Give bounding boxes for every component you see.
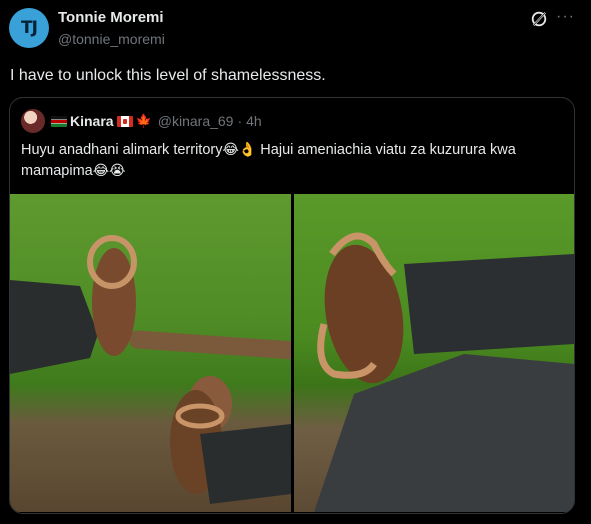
photo-right-scene: [314, 232, 574, 512]
quote-separator: ·: [237, 113, 243, 129]
canada-flag-icon: [116, 115, 133, 127]
quote-avatar[interactable]: [21, 109, 45, 133]
post: TJ Tonnie Moremi @tonnie_moremi ··· I ha…: [0, 0, 591, 524]
avatar-initials: TJ: [21, 18, 38, 38]
quote-emoji-1: 😂👌: [222, 141, 257, 157]
quoted-post[interactable]: Kinara 🍁 @kinara_69 · 4h Huyu anadhani a…: [9, 97, 575, 514]
grok-icon[interactable]: [530, 10, 548, 28]
quote-timestamp[interactable]: 4h: [246, 112, 262, 130]
quote-author-name[interactable]: Kinara: [70, 112, 114, 130]
post-text: I have to unlock this level of shameless…: [10, 67, 326, 84]
quote-author-handle[interactable]: @kinara_69: [158, 112, 234, 130]
maple-leaf-icon: 🍁: [135, 113, 152, 128]
author-handle[interactable]: @tonnie_moremi: [58, 30, 165, 48]
photo-left[interactable]: [10, 194, 291, 512]
quote-header: Kinara 🍁 @kinara_69 · 4h: [51, 112, 262, 130]
photo-left-scene: [10, 235, 291, 504]
quote-emoji-2: 😂😭: [92, 162, 126, 178]
photo-right[interactable]: [294, 194, 574, 512]
more-icon[interactable]: ···: [556, 8, 575, 26]
avatar[interactable]: TJ: [9, 8, 49, 48]
author-block: Tonnie Moremi @tonnie_moremi: [58, 9, 165, 48]
author-name[interactable]: Tonnie Moremi: [58, 9, 165, 27]
kenya-flag-icon: [51, 115, 67, 127]
quote-text: Huyu anadhani alimark territory😂👌 Hajui …: [21, 139, 561, 181]
quote-text-part1: Huyu anadhani alimark territory: [21, 142, 223, 158]
